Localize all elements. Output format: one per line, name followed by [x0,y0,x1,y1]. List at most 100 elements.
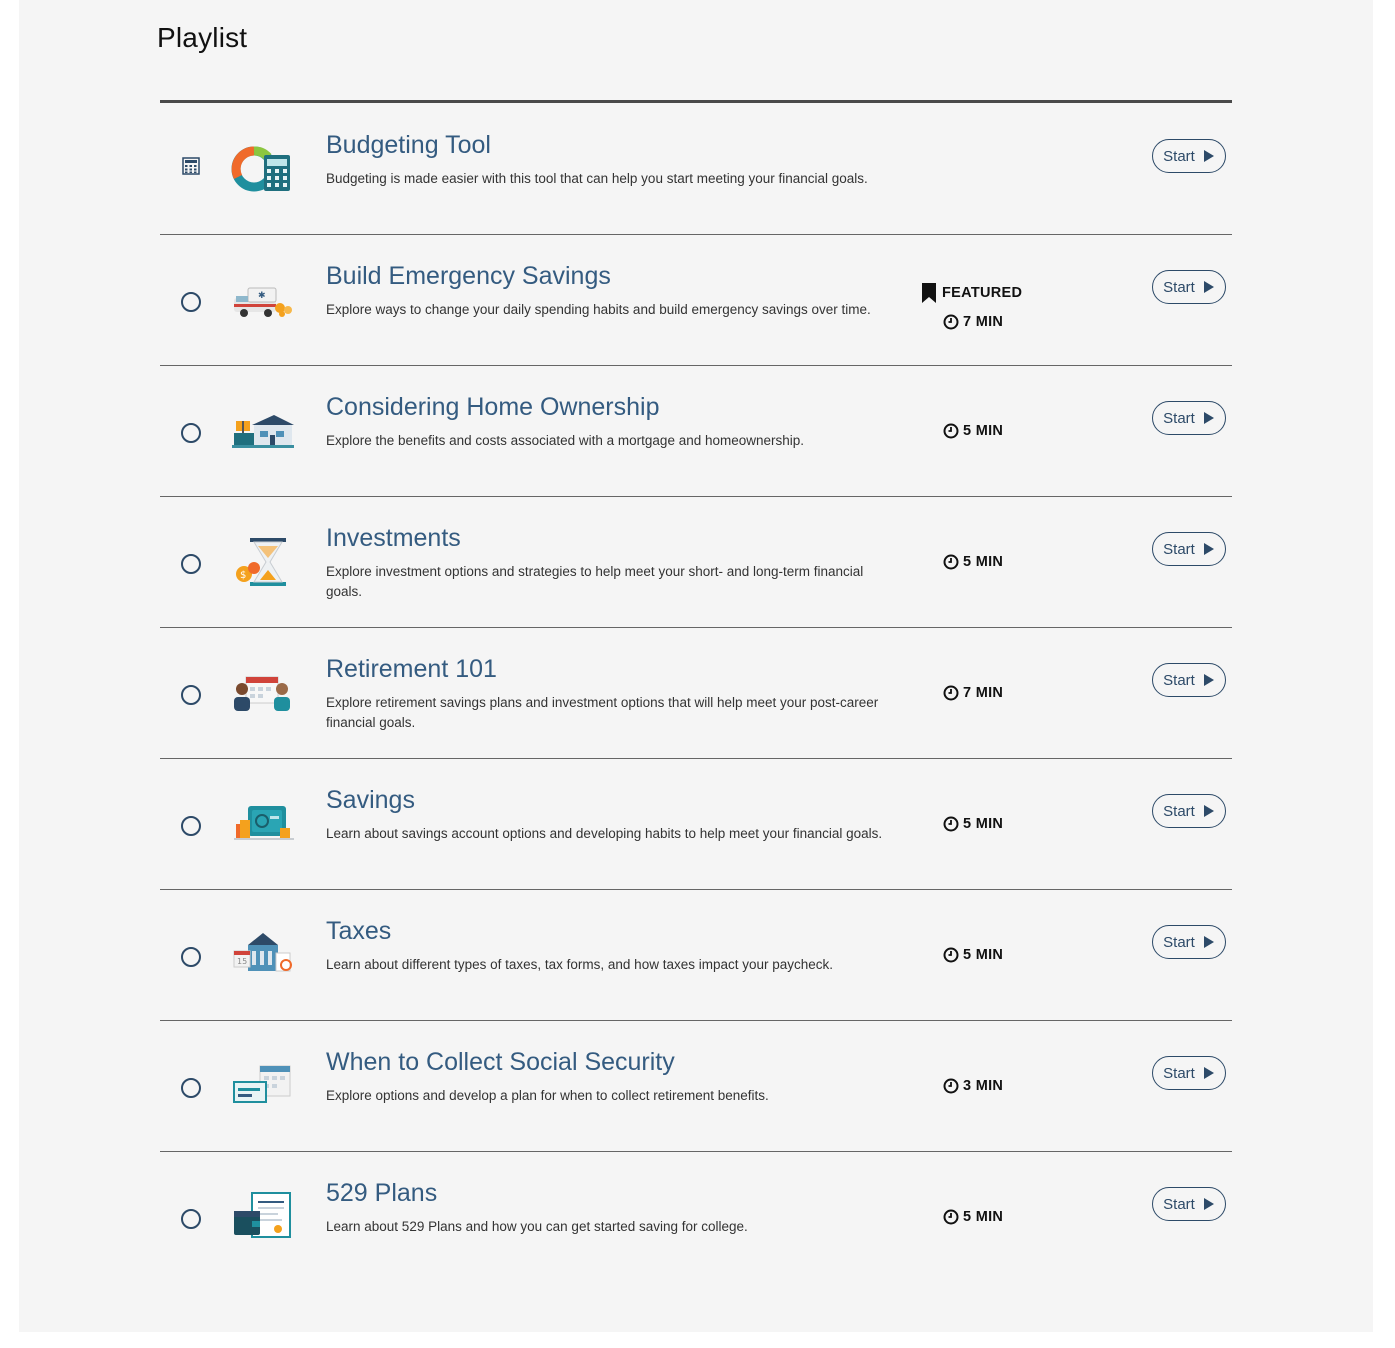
item-description: Explore the benefits and costs associate… [326,433,805,448]
clock-icon [943,685,959,701]
item-description: Explore options and develop a plan for w… [326,1088,769,1103]
item-description: Explore investment options and strategie… [326,564,864,599]
couple-calendar-illustration [230,665,294,721]
playlist-item: $ Investments Explore investment options a… [160,496,1232,628]
playlist-item: ✱ Build Emergency Savings Explore ways to … [160,234,1232,366]
tool-status-icon [182,157,200,175]
playlist-item: Budgeting Tool Budgeting is made easier w… [160,103,1232,235]
play-icon [1203,674,1214,686]
duration-text: 5 MIN [963,816,1004,832]
safe-coins-illustration [230,796,294,852]
start-button[interactable]: Start [1152,532,1226,566]
start-label: Start [1163,933,1195,951]
svg-text:15: 15 [237,957,247,966]
duration-badge: 7 MIN [943,314,1003,330]
svg-text:✱: ✱ [258,291,266,301]
clock-icon [943,1078,959,1094]
item-title[interactable]: Investments [326,524,461,553]
start-button[interactable]: Start [1152,139,1226,173]
clock-icon [943,423,959,439]
completion-circle-icon[interactable] [181,816,201,836]
start-button[interactable]: Start [1152,270,1226,304]
item-title[interactable]: Considering Home Ownership [326,393,659,422]
completion-circle-icon[interactable] [181,554,201,574]
start-label: Start [1163,671,1195,689]
play-icon [1203,412,1214,424]
item-description: Budgeting is made easier with this tool … [326,171,868,186]
clock-icon [943,314,959,330]
clock-icon [943,947,959,963]
item-title[interactable]: Taxes [326,917,391,946]
play-icon [1203,543,1214,555]
item-title[interactable]: Retirement 101 [326,655,497,684]
play-icon [1203,281,1214,293]
item-description: Learn about 529 Plans and how you can ge… [326,1219,748,1234]
start-button[interactable]: Start [1152,1056,1226,1090]
duration-text: 7 MIN [963,314,1004,330]
start-label: Start [1163,409,1195,427]
completion-circle-icon[interactable] [181,947,201,967]
start-label: Start [1163,1195,1195,1213]
start-button[interactable]: Start [1152,925,1226,959]
start-label: Start [1163,802,1195,820]
page-title: Playlist [157,22,248,53]
duration-text: 5 MIN [963,554,1004,570]
start-button[interactable]: Start [1152,1187,1226,1221]
duration-badge: 5 MIN [943,816,1003,832]
duration-badge: 5 MIN [943,554,1003,570]
playlist-item: Savings Learn about savings account optio… [160,758,1232,890]
ambulance-coins-illustration: ✱ [230,272,294,328]
svg-text:$: $ [240,570,246,581]
completion-circle-icon[interactable] [181,1078,201,1098]
playlist-item: When to Collect Social Security Explore o… [160,1020,1232,1152]
item-title[interactable]: 529 Plans [326,1179,437,1208]
duration-text: 3 MIN [963,1078,1004,1094]
completion-circle-icon[interactable] [181,423,201,443]
item-description: Learn about savings account options and … [326,826,883,841]
start-label: Start [1163,278,1195,296]
play-icon [1203,1067,1214,1079]
clock-icon [943,1209,959,1225]
start-button[interactable]: Start [1152,794,1226,828]
item-title[interactable]: Savings [326,786,415,815]
duration-badge: 5 MIN [943,423,1003,439]
start-button[interactable]: Start [1152,401,1226,435]
play-icon [1203,936,1214,948]
featured-label: FEATURED [942,285,1023,301]
start-label: Start [1163,147,1195,165]
diploma-wallet-illustration [230,1189,294,1245]
duration-badge: 7 MIN [943,685,1003,701]
item-title[interactable]: Budgeting Tool [326,131,491,160]
completion-circle-icon[interactable] [181,292,201,312]
item-description: Learn about different types of taxes, ta… [326,957,834,972]
playlist-item: 529 Plans Learn about 529 Plans and how y… [160,1151,1232,1282]
playlist-item: Considering Home Ownership Explore the be… [160,365,1232,497]
item-description: Explore ways to change your daily spendi… [326,302,871,317]
duration-badge: 3 MIN [943,1078,1003,1094]
house-sale-illustration [230,403,294,459]
building-calendar-illustration: 15 [230,927,294,983]
bookmark-icon [922,283,936,303]
completion-circle-icon[interactable] [181,685,201,705]
item-description: Explore retirement savings plans and inv… [326,695,879,730]
duration-badge: 5 MIN [943,1209,1003,1225]
start-label: Start [1163,540,1195,558]
budget-chart-calculator-illustration [230,141,294,197]
play-icon [1203,1198,1214,1210]
social-security-card-calendar-illustration [230,1058,294,1114]
play-icon [1203,805,1214,817]
start-label: Start [1163,1064,1195,1082]
duration-text: 5 MIN [963,423,1004,439]
duration-text: 7 MIN [963,685,1004,701]
item-title[interactable]: When to Collect Social Security [326,1048,675,1077]
playlist-item: Retirement 101 Explore retirement savings… [160,627,1232,759]
calculator-icon [182,157,200,175]
duration-text: 5 MIN [963,1209,1004,1225]
completion-circle-icon[interactable] [181,1209,201,1229]
item-title[interactable]: Build Emergency Savings [326,262,611,291]
playlist-item: 15 Taxes Learn about different types of ta… [160,889,1232,1021]
hourglass-coins-illustration: $ [230,534,294,590]
start-button[interactable]: Start [1152,663,1226,697]
play-icon [1203,150,1214,162]
clock-icon [943,554,959,570]
